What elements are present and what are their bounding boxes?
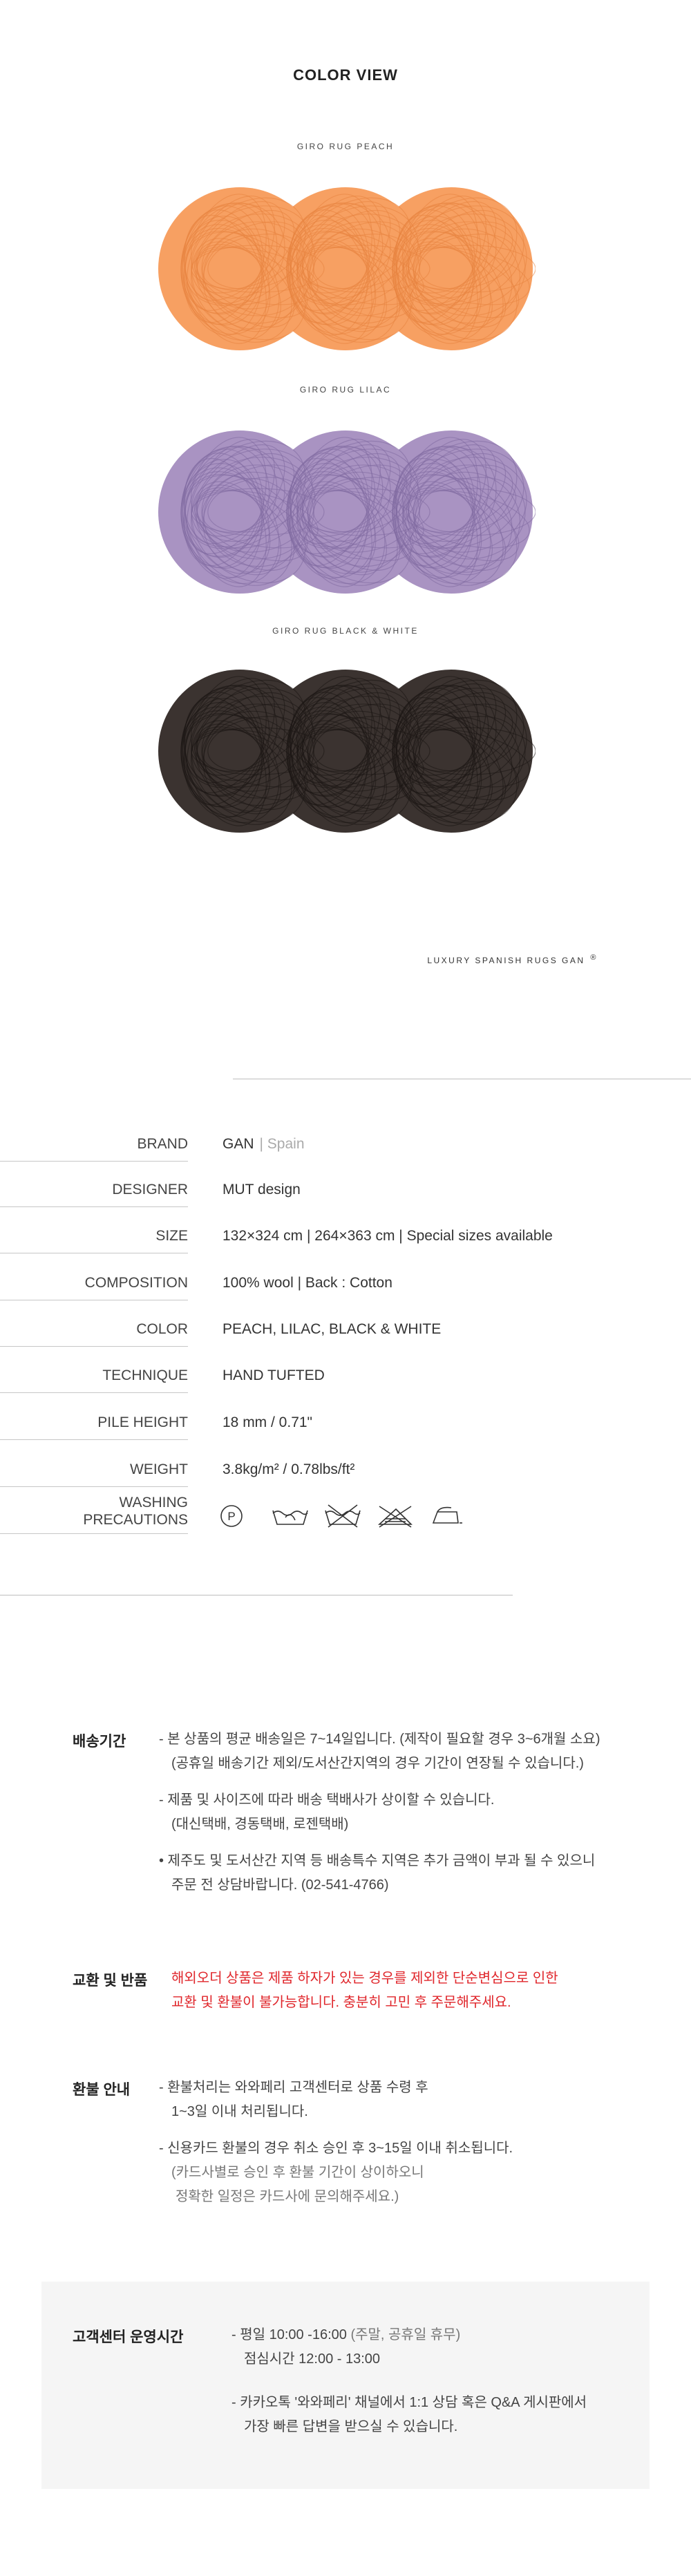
- spec-row-line: [0, 1206, 188, 1207]
- spec-label: COMPOSITION: [84, 1275, 188, 1291]
- spec-value: GAN | Spain: [223, 1135, 305, 1153]
- spec-label: BRAND: [137, 1136, 188, 1152]
- spec-row-line: [0, 1439, 188, 1440]
- spec-value-text: 3.8kg/m² / 0.78lbs/ft²: [223, 1461, 355, 1477]
- hours-note: (주말, 공휴일 휴무): [350, 2327, 461, 2342]
- rug-label-lilac: GIRO RUG LILAC: [299, 385, 392, 395]
- spec-row-washing-precautions: WASHING PRECAUTIONS P: [0, 1495, 691, 1537]
- spec-row-weight: WEIGHT 3.8kg/m² / 0.78lbs/ft²: [0, 1448, 691, 1490]
- spec-label: WASHING PRECAUTIONS: [0, 1494, 188, 1528]
- no-wash-icon: [325, 1504, 361, 1528]
- spec-row-composition: COMPOSITION 100% wool | Back : Cotton: [0, 1262, 691, 1303]
- hours-text: - 평일 10:00 -16:00: [231, 2327, 347, 2342]
- spec-row-line: [0, 1161, 188, 1162]
- spec-row-line: [0, 1392, 188, 1393]
- spec-label: SIZE: [155, 1228, 188, 1244]
- refund-lines: - 환불처리는 와와페리 고객센터로 상품 수령 후 1~3일 이내 처리됩니다…: [159, 2076, 513, 2209]
- rug-body: [158, 187, 536, 350]
- refund-line: 1~3일 이내 처리됩니다.: [171, 2104, 308, 2119]
- spec-label: DESIGNER: [112, 1182, 188, 1197]
- hand-wash-icon: [272, 1510, 308, 1525]
- refund-line: - 환불처리는 와와페리 고객센터로 상품 수령 후: [159, 2080, 428, 2095]
- refund-line: 정확한 일정은 카드사에 문의해주세요.): [176, 2189, 399, 2204]
- spec-value-text: HAND TUFTED: [223, 1367, 325, 1383]
- kakao-line: - 카카오톡 '와와페리' 채널에서 1:1 상담 혹은 Q&A 게시판에서: [231, 2395, 587, 2410]
- brand-tagline-text: LUXURY SPANISH RUGS GAN: [427, 956, 585, 965]
- spec-value: HAND TUFTED: [223, 1367, 325, 1384]
- rug-label-peach: GIRO RUG PEACH: [296, 142, 395, 151]
- rug-body: [158, 430, 536, 594]
- dry-clean-p-icon: P: [220, 1505, 243, 1527]
- shipping-line: • 제주도 및 도서산간 지역 등 배송특수 지역은 추가 금액이 부과 될 수…: [159, 1853, 596, 1868]
- rug-image-peach: [158, 187, 536, 350]
- spec-label-line: PRECAUTIONS: [83, 1512, 188, 1528]
- spec-row-designer: DESIGNER MUT design: [0, 1168, 691, 1210]
- spec-value-text: 132×324 cm | 264×363 cm | Special sizes …: [223, 1228, 553, 1244]
- spec-value-extra: | Spain: [259, 1136, 305, 1152]
- shipping-line: - 제품 및 사이즈에 따라 배송 택배사가 상이할 수 있습니다.: [159, 1792, 495, 1808]
- spec-value-text: 18 mm / 0.71": [223, 1414, 313, 1430]
- spec-label-line: WASHING: [119, 1495, 188, 1510]
- spec-value: 18 mm / 0.71": [223, 1414, 312, 1431]
- exchange-line: 해외오더 상품은 제품 하자가 있는 경우를 제외한 단순변심으로 인한: [171, 1971, 558, 1986]
- spec-value-text: GAN: [223, 1136, 254, 1152]
- spec-label: COLOR: [136, 1321, 188, 1337]
- refund-title: 환불 안내: [73, 2082, 131, 2098]
- spec-value: 100% wool | Back : Cotton: [223, 1274, 392, 1291]
- spec-label: TECHNIQUE: [102, 1367, 188, 1383]
- spec-row-pile-height: PILE HEIGHT 18 mm / 0.71": [0, 1401, 691, 1443]
- customer-center-lines: - 평일 10:00 -16:00 (주말, 공휴일 휴무) 점심시간 12:0…: [231, 2323, 587, 2439]
- color-view-title: COLOR VIEW: [293, 66, 398, 84]
- spec-row-technique: TECHNIQUE HAND TUFTED: [0, 1354, 691, 1396]
- spec-value-text: MUT design: [223, 1182, 301, 1197]
- exchange-title: 교환 및 반품: [73, 1973, 148, 1989]
- spec-row-size: SIZE 132×324 cm | 264×363 cm | Special si…: [0, 1215, 691, 1256]
- shipping-line: (공휴일 배송기간 제외/도서산간지역의 경우 기간이 연장될 수 있습니다.): [171, 1756, 584, 1771]
- kakao-line: 가장 빠른 답변을 받으실 수 있습니다.: [244, 2419, 458, 2434]
- registered-mark: ®: [590, 954, 598, 962]
- shipping-title: 배송기간: [73, 1734, 126, 1750]
- refund-line: (카드사별로 승인 후 환불 기간이 상이하오니: [171, 2165, 424, 2180]
- spec-value: 3.8kg/m² / 0.78lbs/ft²: [223, 1461, 354, 1478]
- shipping-lines: - 본 상품의 평균 배송일은 7~14일입니다. (제작이 필요할 경우 3~…: [159, 1727, 600, 1897]
- spec-row-line: [0, 1346, 188, 1347]
- spec-row-line: [0, 1533, 188, 1534]
- exchange-line: 교환 및 환불이 불가능합니다. 충분히 고민 후 주문해주세요.: [171, 1995, 511, 2010]
- spec-value: 132×324 cm | 264×363 cm | Special sizes …: [223, 1227, 553, 1244]
- exchange-lines: 해외오더 상품은 제품 하자가 있는 경우를 제외한 단순변심으로 인한 교환 …: [171, 1967, 558, 2015]
- shipping-line: - 본 상품의 평균 배송일은 7~14일입니다. (제작이 필요할 경우 3~…: [159, 1732, 600, 1747]
- iron-icon: [432, 1506, 462, 1524]
- rug-label-black-white: GIRO RUG BLACK & WHITE: [272, 626, 419, 636]
- spec-value-text: 100% wool | Back : Cotton: [223, 1275, 392, 1291]
- customer-center-title: 고객센터 운영시간: [73, 2329, 184, 2345]
- brand-tagline: LUXURY SPANISH RUGS GAN ®: [427, 954, 598, 965]
- spec-value-text: PEACH, LILAC, BLACK & WHITE: [223, 1321, 442, 1337]
- rug-body: [158, 670, 536, 833]
- refund-line: - 신용카드 환불의 경우 취소 승인 후 3~15일 이내 취소됩니다.: [159, 2141, 513, 2156]
- dry-clean-p-letter: P: [227, 1510, 235, 1523]
- shipping-line: (대신택배, 경동택배, 로젠택배): [171, 1817, 349, 1832]
- spec-label: PILE HEIGHT: [97, 1414, 188, 1430]
- customer-center-hours: - 평일 10:00 -16:00 (주말, 공휴일 휴무): [231, 2323, 587, 2347]
- spec-row-brand: BRAND GAN | Spain: [0, 1123, 691, 1164]
- rug-image-lilac: [158, 430, 536, 594]
- spec-value: MUT design: [223, 1181, 301, 1198]
- no-tumble-dry-icon: [377, 1506, 413, 1528]
- spec-row-line: [0, 1486, 188, 1487]
- washing-icons: P: [218, 1502, 468, 1530]
- lunch-hours: 점심시간 12:00 - 13:00: [244, 2351, 381, 2367]
- spec-value: PEACH, LILAC, BLACK & WHITE: [223, 1320, 441, 1338]
- spec-row-color: COLOR PEACH, LILAC, BLACK & WHITE: [0, 1308, 691, 1349]
- rug-image-black-white: [158, 670, 536, 833]
- spec-label: WEIGHT: [130, 1461, 188, 1477]
- shipping-line: 주문 전 상담바랍니다. (02-541-4766): [171, 1877, 389, 1893]
